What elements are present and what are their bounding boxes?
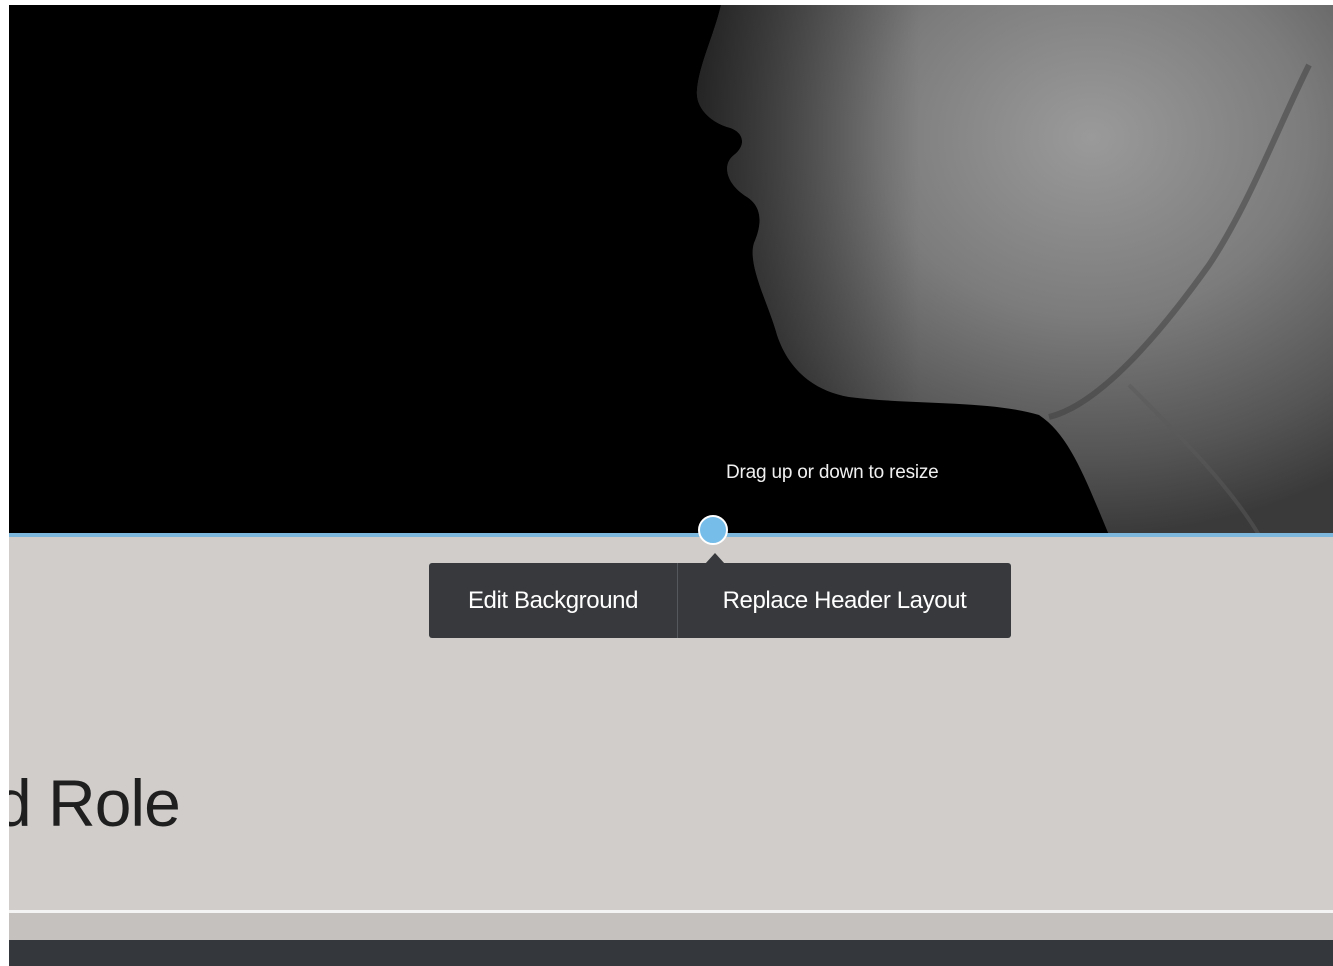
page-heading: d Role: [9, 766, 181, 840]
face-profile-photo: [9, 5, 1333, 535]
header-toolbar: Edit Background Replace Header Layout: [429, 563, 1011, 638]
resize-drag-handle[interactable]: [698, 515, 728, 545]
header-background-image[interactable]: Drag up or down to resize: [9, 5, 1333, 535]
replace-header-layout-button[interactable]: Replace Header Layout: [678, 563, 1011, 638]
page-canvas: Drag up or down to resize Edit Backgroun…: [9, 5, 1333, 966]
section-band: [9, 913, 1333, 940]
edit-background-button[interactable]: Edit Background: [429, 563, 677, 638]
bottom-toolbar-bar: [9, 940, 1333, 966]
resize-hint-text: Drag up or down to resize: [726, 462, 939, 483]
header-resize-line[interactable]: [9, 533, 1333, 537]
